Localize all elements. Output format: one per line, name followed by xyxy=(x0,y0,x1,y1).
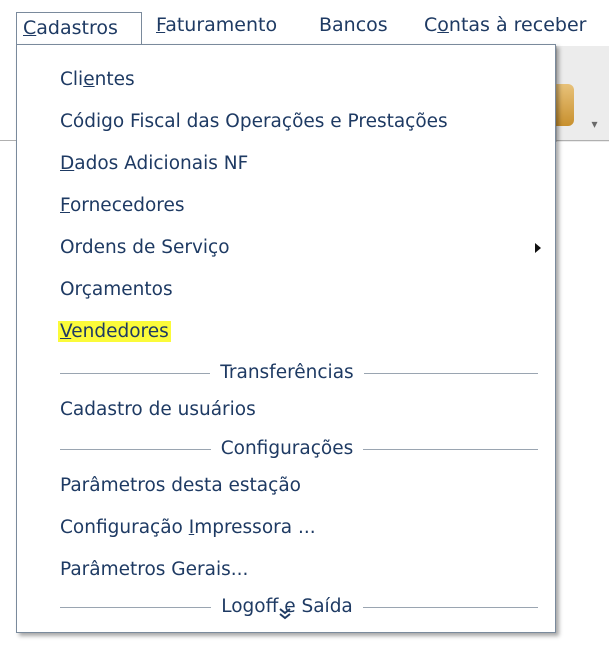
separator-label: Configurações xyxy=(17,434,557,464)
menu-bar: Cadastros Faturamento Bancos Contas à re… xyxy=(0,0,609,46)
menu-item-text: ornecedores xyxy=(69,195,185,216)
cadastros-dropdown-menu: Clientes Código Fiscal das Operações e P… xyxy=(16,44,556,633)
menu-item-text: Parâmetros Gerais... xyxy=(60,559,249,580)
menu-cadastros[interactable]: Cadastros xyxy=(16,12,142,45)
double-chevron-down-icon[interactable] xyxy=(278,607,292,624)
background-divider xyxy=(0,140,16,141)
separator-transferencias: Transferências xyxy=(17,358,557,388)
menu-item-fornecedores[interactable]: Fornecedores xyxy=(60,191,185,221)
menu-item-text: Ordens de Serviço xyxy=(60,237,230,258)
separator-text: Configurações xyxy=(210,438,364,459)
menu-bancos[interactable]: Bancos xyxy=(313,10,394,40)
separator-label: Transferências xyxy=(17,358,557,388)
menu-item-text: endedores xyxy=(71,321,169,342)
menu-contas-label: ntas à receber xyxy=(448,14,587,36)
menu-faturamento-accel: F xyxy=(156,14,166,36)
menu-cadastros-accel: C xyxy=(23,17,37,39)
menu-item-text: Configuração xyxy=(60,517,189,538)
menu-item-text: mpressora ... xyxy=(194,517,316,538)
menu-item-accel: F xyxy=(60,195,70,216)
menu-item-text: Cli xyxy=(60,69,84,90)
submenu-arrow-icon xyxy=(535,243,541,253)
menu-item-dados-adicionais-nf[interactable]: Dados Adicionais NF xyxy=(60,149,248,179)
double-chevron-down-icon-svg xyxy=(279,608,291,620)
background-toolbar-button xyxy=(556,84,574,126)
separator-configuracoes: Configurações xyxy=(17,434,557,464)
menu-item-text: Parâmetros desta estação xyxy=(60,475,301,496)
menu-item-text: Código Fiscal das Operações e Prestações xyxy=(60,111,448,132)
menu-item-highlighted-text: Vendedores xyxy=(58,321,171,342)
menu-item-vendedores[interactable]: Vendedores xyxy=(58,317,171,347)
menu-item-accel: V xyxy=(60,321,72,342)
menu-item-cadastro-usuarios[interactable]: Cadastro de usuários xyxy=(60,395,256,425)
menu-item-ordens-servico[interactable]: Ordens de Serviço xyxy=(60,233,230,263)
menu-item-accel: D xyxy=(60,153,75,174)
menu-bancos-label: Bancos xyxy=(319,14,388,36)
menu-item-clientes[interactable]: Clientes xyxy=(60,65,135,95)
menu-item-parametros-estacao[interactable]: Parâmetros desta estação xyxy=(60,471,301,501)
menu-faturamento-label: aturamento xyxy=(165,14,278,36)
menu-item-text: Cadastro de usuários xyxy=(60,399,256,420)
menu-contas-accel: o xyxy=(437,14,449,36)
background-divider xyxy=(556,140,609,141)
menu-item-cfop[interactable]: Código Fiscal das Operações e Prestações xyxy=(60,107,448,137)
menu-item-accel: e xyxy=(83,69,95,90)
menu-item-text: Orçamentos xyxy=(60,279,173,300)
menu-faturamento[interactable]: Faturamento xyxy=(150,10,283,40)
scroll-down-arrow-icon[interactable]: ▾ xyxy=(580,104,609,144)
menu-contas-receber[interactable]: Contas à receber xyxy=(418,10,592,40)
separator-text: Transferências xyxy=(210,362,364,383)
menu-item-orcamentos[interactable]: Orçamentos xyxy=(60,275,173,305)
menu-item-text: ados Adicionais NF xyxy=(74,153,249,174)
menu-contas-pre: C xyxy=(424,14,438,36)
menu-item-parametros-gerais[interactable]: Parâmetros Gerais... xyxy=(60,555,248,585)
menu-item-text: ntes xyxy=(94,69,135,90)
menu-item-config-impressora[interactable]: Configuração Impressora ... xyxy=(60,513,316,543)
menu-cadastros-label: adastros xyxy=(36,17,118,39)
